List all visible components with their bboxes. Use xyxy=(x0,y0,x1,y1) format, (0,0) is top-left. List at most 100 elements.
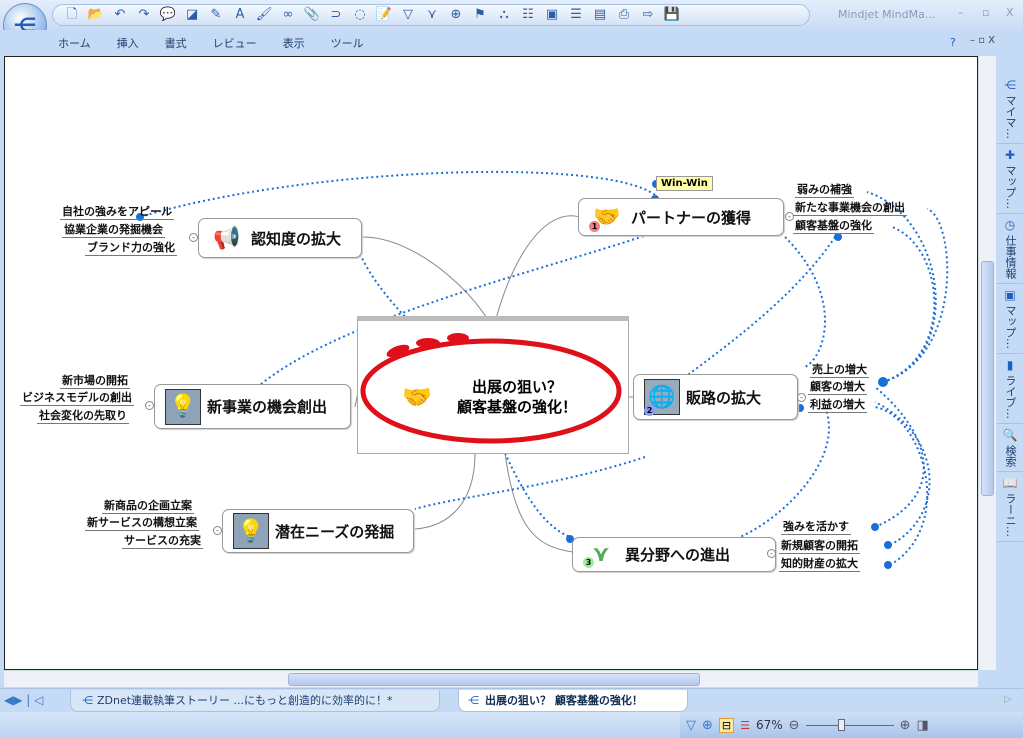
topic-needs[interactable]: 💡 潜在ニーズの発掘 xyxy=(222,509,414,553)
maximize-button[interactable]: ▫ xyxy=(982,6,989,19)
undo-icon[interactable]: ↶ xyxy=(109,6,131,24)
outline-icon[interactable]: ☰ xyxy=(565,6,587,24)
task-pane-tab[interactable]: 🔍 検索 xyxy=(997,424,1023,472)
task-pane-tab[interactable]: ▮ ライブ… xyxy=(997,354,1023,424)
marker-icon[interactable]: ⚑ xyxy=(469,6,491,24)
task-pane-tab[interactable]: ⋲ マイマ… xyxy=(997,74,1023,144)
print-icon[interactable]: ⎙ xyxy=(613,6,635,24)
fill-color-icon[interactable]: ◪ xyxy=(181,6,203,24)
subtopic[interactable]: 自社の強みをアピール xyxy=(60,204,174,220)
nav-back-forward-icon[interactable]: ◀▶ | ◁ xyxy=(4,693,43,707)
win-win-callout[interactable]: Win-Win xyxy=(656,176,713,191)
topic-newfield[interactable]: ⋎ 異分野への進出 3 xyxy=(572,537,776,572)
add-icon[interactable]: ⊕ xyxy=(445,6,467,24)
filter-icon[interactable]: ▽ xyxy=(686,718,696,733)
funnel-icon[interactable]: ⋎ xyxy=(421,6,443,24)
slide-icon[interactable]: ▣ xyxy=(541,6,563,24)
zoom-out-button[interactable]: ⊖ xyxy=(789,718,800,733)
subtopic[interactable]: 知的財産の拡大 xyxy=(779,556,860,572)
minimize-button[interactable]: – xyxy=(958,6,964,19)
ribbon-tab[interactable]: ツール xyxy=(331,35,364,51)
ribbon-tab[interactable]: 挿入 xyxy=(117,35,139,51)
subtopic[interactable]: 利益の増大 xyxy=(808,397,867,413)
ribbon-tab[interactable]: 表示 xyxy=(283,35,305,51)
attach-icon[interactable]: 📎 xyxy=(301,6,323,24)
task-pane-tab[interactable]: ▣ マップ… xyxy=(997,284,1023,354)
topic-awareness[interactable]: 📢 認知度の拡大 xyxy=(198,218,362,258)
subtopic[interactable]: 顧客基盤の強化 xyxy=(793,218,874,234)
font-color-icon[interactable]: A xyxy=(229,6,251,24)
map-view-icon[interactable]: ⊟ xyxy=(718,717,735,733)
collapse-toggle[interactable]: - xyxy=(145,401,154,410)
document-tabs: ◀▶ | ◁ ZDnet連載執筆ストーリー ...にもっと創造的に効率的に！* … xyxy=(0,688,1023,712)
subtopic[interactable]: サービスの充実 xyxy=(122,533,203,549)
subtopic[interactable]: 協業企業の発掘機会 xyxy=(62,222,165,238)
filter-icon[interactable]: ▽ xyxy=(397,6,419,24)
subtopic[interactable]: 新市場の開拓 xyxy=(60,373,130,389)
map-canvas[interactable]: 🤝 出展の狙い？ 顧客基盤の強化！ Win-Win 🤝 パートナーの獲得 1 -… xyxy=(4,56,978,670)
redo-icon[interactable]: ↷ xyxy=(133,6,155,24)
line-color-icon[interactable]: ✎ xyxy=(205,6,227,24)
balance-map-icon[interactable]: ⊕ xyxy=(702,718,713,733)
format-painter-icon[interactable]: 🖌 xyxy=(253,6,275,24)
collapse-toggle[interactable]: - xyxy=(189,233,198,242)
notes-icon[interactable]: 📝 xyxy=(373,6,395,24)
subtopic[interactable]: ビジネスモデルの創出 xyxy=(20,390,134,406)
layout-icon[interactable]: ☷ xyxy=(517,6,539,24)
relationship-icon[interactable]: ⊃ xyxy=(325,6,347,24)
gantt-icon[interactable]: ▤ xyxy=(589,6,611,24)
link-icon[interactable]: ∞ xyxy=(277,6,299,24)
export-icon[interactable]: ⇨ xyxy=(637,6,659,24)
horizontal-scrollbar[interactable] xyxy=(4,670,978,687)
horizontal-scroll-thumb[interactable] xyxy=(288,673,700,686)
ribbon-tab[interactable]: レビュー xyxy=(213,35,257,51)
task-pane-tab[interactable]: 📖 ラーニ… xyxy=(997,472,1023,542)
vertical-scrollbar[interactable] xyxy=(978,56,996,670)
ribbon-tab[interactable]: 書式 xyxy=(165,35,187,51)
panel-toggle-icon[interactable]: ◨ xyxy=(916,718,928,733)
task-pane-label: 仕事情報 xyxy=(1004,235,1017,279)
doc-tab-active[interactable]: 出展の狙い？ 顧客基盤の強化！ xyxy=(458,690,688,712)
megaphone-icon: 📢 xyxy=(213,225,241,251)
task-pane-tab[interactable]: ✚ マップ… xyxy=(997,144,1023,214)
central-topic[interactable]: 🤝 出展の狙い？ 顧客基盤の強化！ xyxy=(357,316,629,454)
subtopic[interactable]: 新商品の企画立案 xyxy=(102,498,194,514)
subtopic[interactable]: ブランド力の強化 xyxy=(85,240,177,256)
subtopic[interactable]: 新サービスの構想立案 xyxy=(85,515,199,531)
new-icon[interactable]: 🗋 xyxy=(61,6,83,24)
subtopic[interactable]: 強みを活かす xyxy=(781,519,851,535)
zoom-slider-thumb[interactable] xyxy=(837,719,845,731)
ribbon-window-controls[interactable]: – ▫ X xyxy=(970,35,995,46)
doc-tab-zdnet[interactable]: ZDnet連載執筆ストーリー ...にもっと創造的に効率的に！* xyxy=(70,690,440,712)
ribbon-tab[interactable]: ホーム xyxy=(58,35,91,51)
subtopic[interactable]: 顧客の増大 xyxy=(808,379,867,395)
outline-view-icon[interactable]: ☰ xyxy=(740,719,750,732)
task-pane-label: マップ… xyxy=(1004,305,1017,349)
callout-icon[interactable]: 💬 xyxy=(157,6,179,24)
subtopic[interactable]: 新たな事業機会の創出 xyxy=(793,200,907,216)
subtopic[interactable]: 社会変化の先取り xyxy=(37,408,129,424)
topic-partner[interactable]: 🤝 パートナーの獲得 1 xyxy=(578,198,784,236)
open-icon[interactable]: 📂 xyxy=(85,6,107,24)
task-pane-label: ライブ… xyxy=(1004,375,1017,419)
subtopic[interactable]: 新規顧客の開拓 xyxy=(779,538,860,554)
zoom-slider[interactable] xyxy=(805,719,894,731)
save-icon[interactable]: 💾 xyxy=(661,6,683,24)
search-icon: 🔍 xyxy=(1002,428,1018,442)
collapse-toggle[interactable]: - xyxy=(213,526,222,535)
org-icon[interactable]: ⛬ xyxy=(493,6,515,24)
task-pane-tab[interactable]: ◷ 仕事情報 xyxy=(997,214,1023,284)
lightbulb-hands-icon: 💡 xyxy=(165,388,201,425)
zoom-in-button[interactable]: ⊕ xyxy=(900,718,911,733)
tab-scroll-right[interactable]: ▷ xyxy=(1004,694,1012,705)
close-button[interactable]: X xyxy=(1006,6,1014,19)
boundary-icon[interactable]: ◌ xyxy=(349,6,371,24)
subtopic[interactable]: 弱みの補強 xyxy=(795,182,854,198)
collapse-toggle[interactable]: - xyxy=(797,393,806,402)
topic-sales[interactable]: 🌐 販路の拡大 2 xyxy=(633,374,798,420)
topic-newbiz[interactable]: 💡 新事業の機会創出 xyxy=(154,384,351,429)
vertical-scroll-thumb[interactable] xyxy=(981,261,994,496)
subtopic[interactable]: 売上の増大 xyxy=(810,362,869,378)
help-icon[interactable]: ? xyxy=(950,36,956,49)
collapse-toggle[interactable]: - xyxy=(767,549,776,558)
